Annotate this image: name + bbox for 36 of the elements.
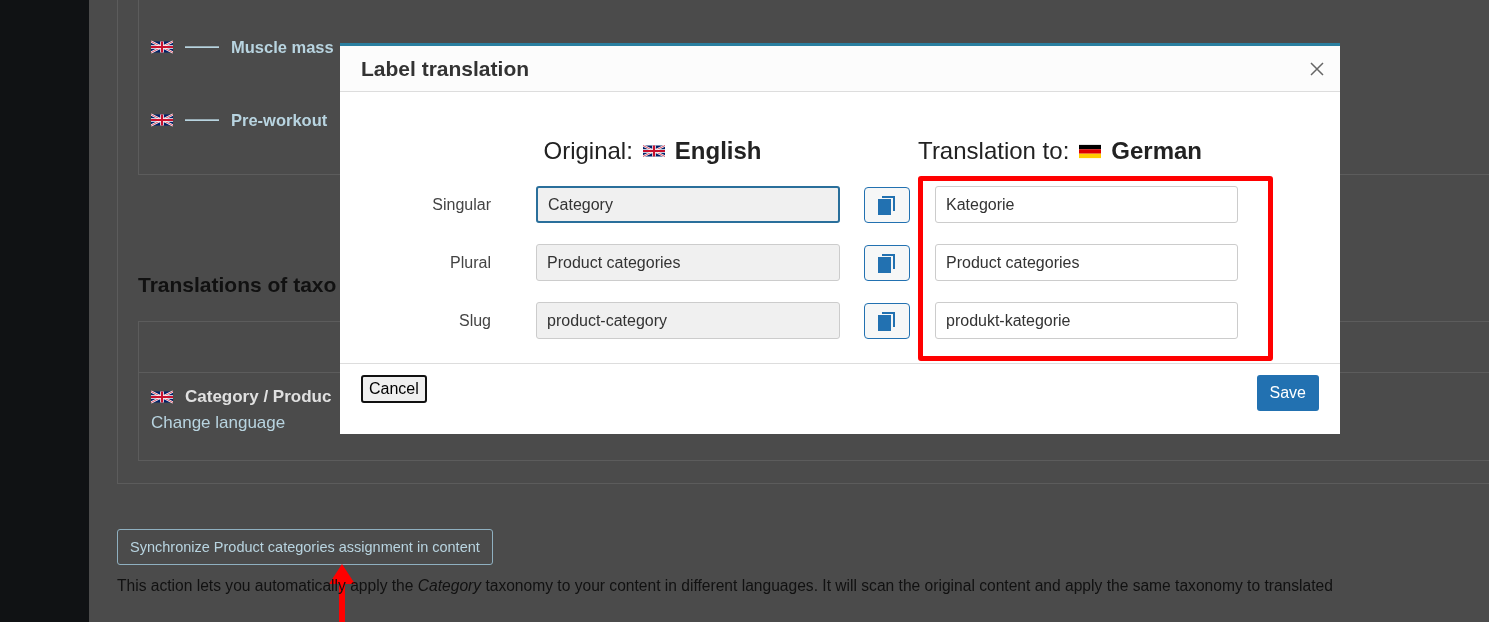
uk-flag-icon [642,144,665,158]
close-button[interactable] [1308,59,1326,78]
copy-icon [878,310,896,331]
field-label: Slug [457,311,491,330]
term-name: Category / Produc [185,387,332,407]
original-language: English [674,137,762,165]
original-label: Original: [543,137,633,165]
close-icon [1310,61,1324,76]
field-label: Singular [431,195,491,214]
cancel-button[interactable]: Cancel [361,375,427,403]
copy-icon [878,252,896,273]
section-heading: Translations of taxo [138,273,338,297]
tree-dash: —— [185,37,219,57]
uk-flag-icon [151,40,173,54]
original-field[interactable]: Category [536,186,840,223]
uk-flag-icon [151,113,173,127]
dialog-title: Label translation [361,56,530,81]
field-label: Plural [449,253,491,272]
tree-dash: —— [185,110,219,130]
copy-button[interactable] [864,244,910,281]
synchronize-button[interactable]: Synchronize Product categories assignment in content [117,529,493,565]
translation-language: German [1111,137,1202,165]
translation-field[interactable]: Product categories [935,244,1238,281]
uk-flag-icon [151,390,173,404]
germany-flag-icon [1079,143,1102,159]
term-link[interactable]: Pre-workout [231,110,328,130]
translation-label: Translation to: [918,137,1070,165]
copy-button[interactable] [864,186,910,223]
original-field[interactable]: Product categories [536,244,840,281]
original-field[interactable]: product-category [536,302,840,339]
term-link[interactable]: Muscle mass [231,37,334,57]
save-button[interactable]: Save [1256,375,1319,411]
copy-button[interactable] [864,302,910,339]
translation-field[interactable]: Kategorie [935,186,1238,223]
translation-field[interactable]: produkt-kategorie [935,302,1238,339]
copy-icon [878,194,896,215]
